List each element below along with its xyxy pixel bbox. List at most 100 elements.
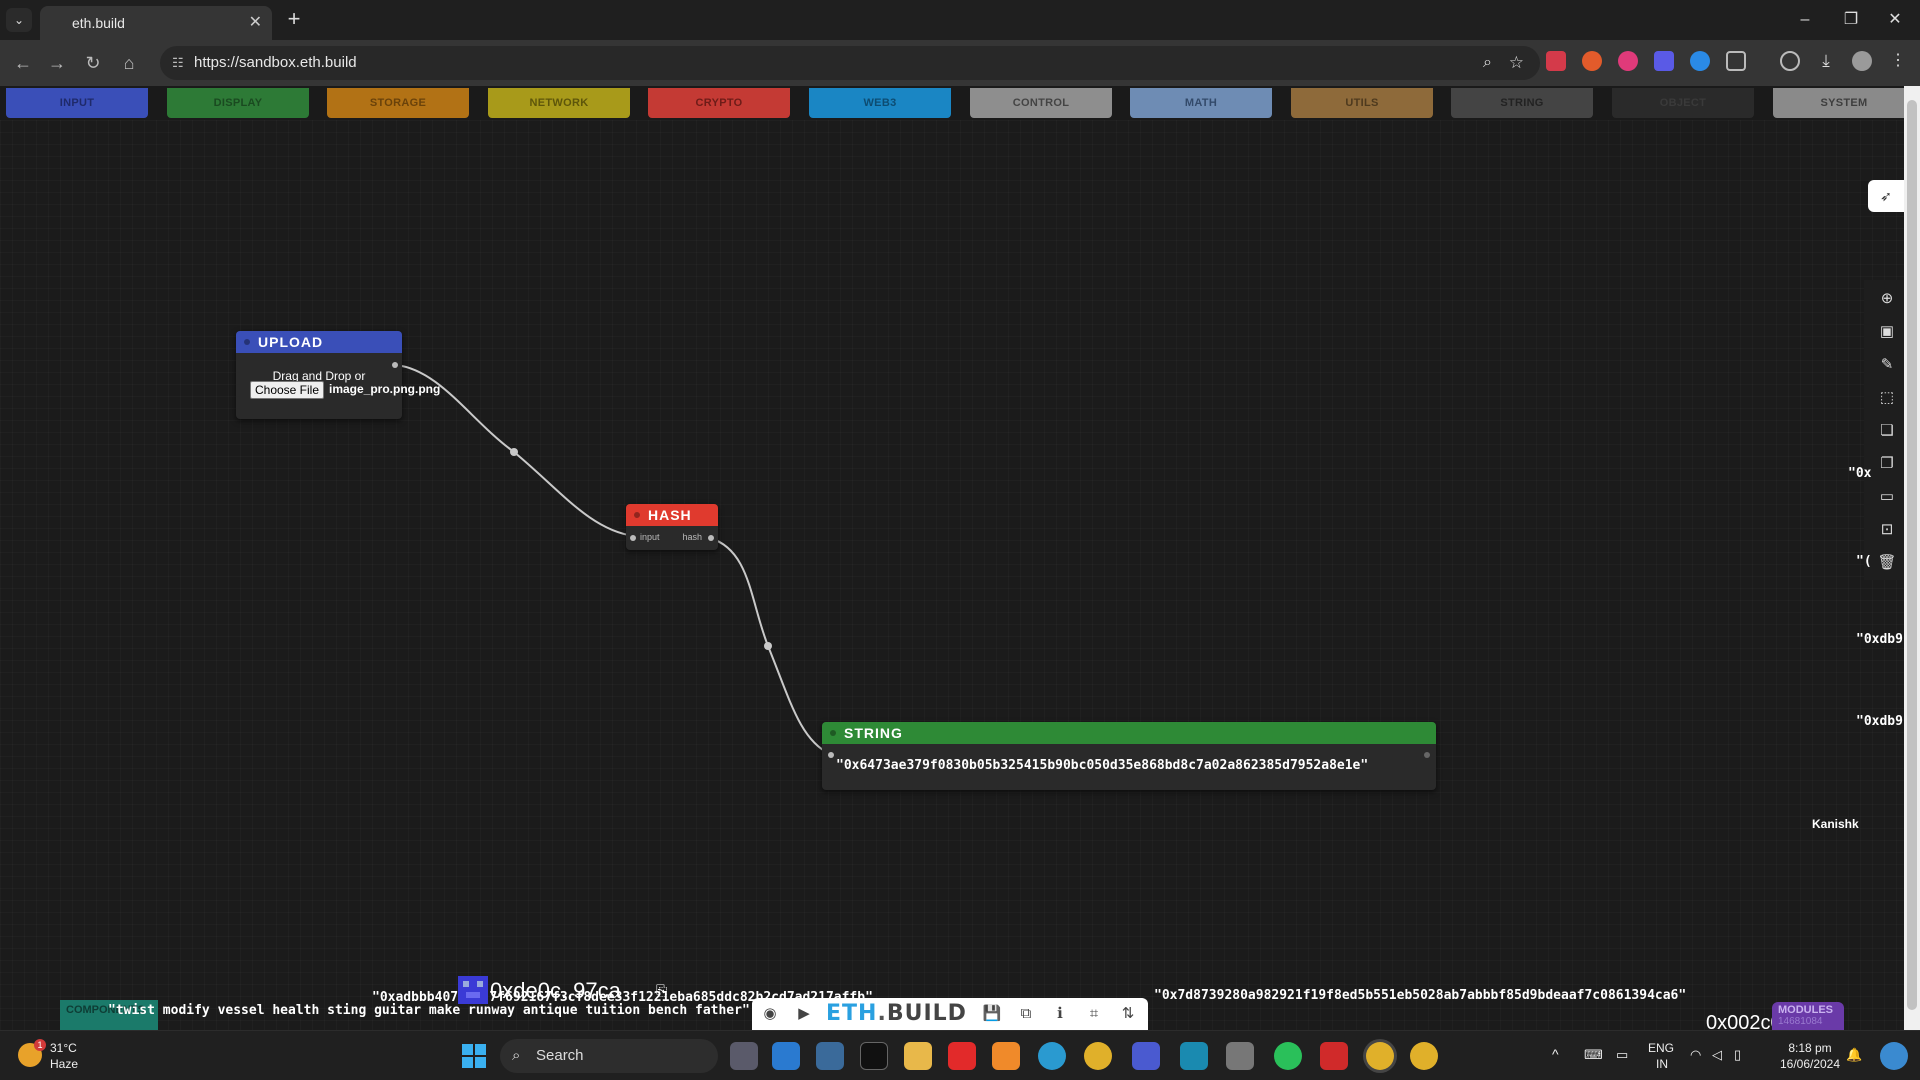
app-grey-icon[interactable] [1226,1042,1254,1070]
extension-pocket-icon[interactable] [1546,51,1566,71]
extension-color-icon[interactable] [1618,51,1638,71]
browser-tab[interactable]: eth.build ✕ [40,6,272,40]
windows-start-icon[interactable] [460,1042,488,1070]
lang-secondary[interactable]: IN [1656,1057,1668,1072]
collapse-dot[interactable] [634,512,640,518]
url-field[interactable]: ☷ https://sandbox.eth.build ⌕ ☆ [160,46,1540,80]
profile-avatar[interactable] [1852,51,1872,71]
extensions-puzzle-icon[interactable] [1726,51,1746,71]
youtube-icon[interactable] [948,1042,976,1070]
category-tab-system[interactable]: SYSTEM [1773,88,1915,118]
category-tab-display[interactable]: DISPLAY [167,88,309,118]
eye-icon[interactable]: ◉ [758,1002,782,1026]
hash-node-title[interactable]: HASH [626,504,718,526]
string-input-slot[interactable] [828,752,834,758]
extension-blue-icon[interactable] [1690,51,1710,71]
clock-time[interactable]: 8:18 pm [1770,1041,1850,1056]
category-tab-object[interactable]: OBJECT [1612,88,1754,118]
tray-chevron-icon[interactable]: ^ [1552,1047,1559,1062]
chrome-profile-icon[interactable] [1410,1042,1438,1070]
upload-node-title[interactable]: UPLOAD [236,331,402,353]
wifi-icon[interactable]: ◠ [1690,1047,1701,1062]
qr-scan-icon[interactable]: ⌗ [1082,1002,1106,1026]
new-tab-plus-icon[interactable]: + [282,8,306,32]
back-arrow-icon[interactable]: ← [10,50,36,76]
category-tab-web3[interactable]: WEB3 [809,88,951,118]
zoom-magnifier-icon[interactable]: ⌕ [1483,46,1492,80]
copy-icon[interactable]: ❏ [1874,418,1900,444]
home-icon[interactable]: ⌂ [116,50,142,76]
string-node[interactable]: STRING "0x6473ae379f0830b05b325415b90bc0… [822,722,1436,790]
category-tab-network[interactable]: NETWORK [488,88,630,118]
upload-output-slot[interactable] [392,362,398,368]
pdf-icon[interactable] [1320,1042,1348,1070]
paste-icon[interactable]: ❐ [1874,451,1900,477]
category-tab-math[interactable]: MATH [1130,88,1272,118]
chrome-icon[interactable] [1084,1042,1112,1070]
teams-icon[interactable] [1132,1042,1160,1070]
copy-address-icon[interactable]: ⎘ [656,982,667,999]
download-icon[interactable]: ⤓ [1816,51,1836,71]
modules-tab[interactable]: MODULES 14681084 [1772,1002,1844,1030]
address-short[interactable]: 0xde0c..97ca [490,978,621,1004]
graph-canvas[interactable] [0,120,1904,1030]
app-blue-icon[interactable] [1180,1042,1208,1070]
hash-node[interactable]: HASH input hash [626,504,718,550]
reload-icon[interactable]: ↻ [80,50,106,76]
select-area-icon[interactable]: ⬚ [1874,385,1900,411]
collapse-dot[interactable] [244,339,250,345]
performance-icon[interactable] [1780,51,1800,71]
chrome-active-icon[interactable] [1366,1042,1394,1070]
string-value[interactable]: "0x6473ae379f0830b05b325415b90bc050d35e8… [836,758,1368,773]
hash-input-slot[interactable] [630,535,636,541]
edge-icon[interactable] [1038,1042,1066,1070]
category-tab-input[interactable]: INPUT [6,88,148,118]
category-tab-string[interactable]: STRING [1451,88,1593,118]
file-explorer-icon[interactable] [904,1042,932,1070]
category-tab-utils[interactable]: UTILS [1291,88,1433,118]
choose-file-button[interactable]: Choose File [250,381,324,399]
ethbuild-logo[interactable]: ETH.BUILD [826,1001,967,1026]
restore-icon[interactable]: ❐ [1828,6,1874,34]
string-output-slot[interactable] [1424,752,1430,758]
weather-temp[interactable]: 31°C [50,1041,77,1056]
minimize-icon[interactable]: – [1782,6,1828,34]
clock-date[interactable]: 16/06/2024 [1770,1057,1850,1072]
sublime-icon[interactable] [992,1042,1020,1070]
fit-view-icon[interactable]: ⊡ [1874,517,1900,543]
category-tab-crypto[interactable]: CRYPTO [648,88,790,118]
taskbar-search[interactable]: ⌕ Search [500,1039,718,1073]
string-node-title[interactable]: STRING [822,722,1436,744]
lang-primary[interactable]: ENG [1648,1041,1674,1056]
image-icon[interactable]: ▣ [1874,319,1900,345]
tab-search-chevron-icon[interactable]: ⌄ [6,8,32,32]
browser-menu-icon[interactable]: ⋮ [1888,51,1908,71]
comment-icon[interactable]: ▭ [1874,484,1900,510]
weather-desc[interactable]: Haze [50,1057,78,1072]
display-icon[interactable]: ▭ [1616,1047,1628,1062]
extension-shield-icon[interactable] [1654,51,1674,71]
volume-icon[interactable]: ◁ [1712,1047,1722,1062]
pencil-icon[interactable]: ✎ [1874,352,1900,378]
save-icon[interactable]: 💾 [980,1002,1004,1026]
forward-arrow-icon[interactable]: → [44,50,70,76]
dolby-icon[interactable] [860,1042,888,1070]
copilot-icon[interactable] [1880,1042,1908,1070]
hash-output-slot[interactable] [708,535,714,541]
collapse-dot[interactable] [830,730,836,736]
calculator-icon[interactable] [816,1042,844,1070]
battery-icon[interactable]: ▯ [1734,1047,1741,1062]
bookmark-star-icon[interactable]: ☆ [1509,46,1524,80]
play-icon[interactable]: ▶ [792,1002,816,1026]
whatsapp-icon[interactable] [1274,1042,1302,1070]
zoom-in-icon[interactable]: ⊕ [1874,286,1900,312]
notification-bell-icon[interactable]: 🔔 [1846,1047,1862,1062]
sort-arrows-icon[interactable]: ⇅ [1116,1002,1140,1026]
window-close-icon[interactable]: ✕ [1872,6,1918,34]
category-tab-storage[interactable]: STORAGE [327,88,469,118]
extension-brave-icon[interactable] [1582,51,1602,71]
scrollbar-thumb[interactable] [1907,100,1917,1010]
page-scrollbar[interactable] [1904,86,1920,1030]
upload-node[interactable]: UPLOAD Drag and Drop or Choose File imag… [236,331,440,419]
load-icon[interactable]: ⧉ [1014,1002,1038,1026]
